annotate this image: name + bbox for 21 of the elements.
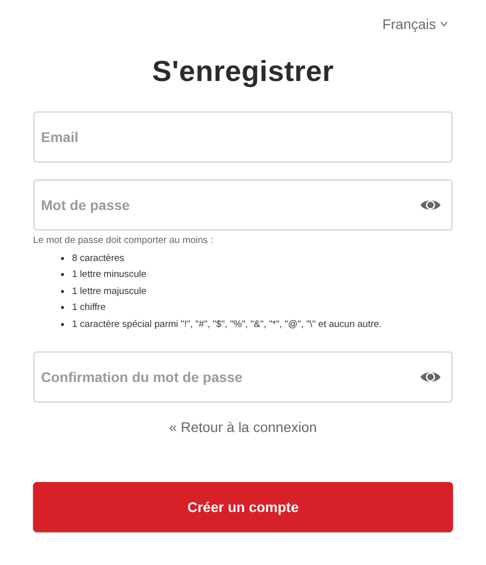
bullet-icon <box>61 322 64 326</box>
input-field[interactable]: Email <box>33 111 453 163</box>
eye-icon[interactable] <box>420 198 441 212</box>
password-rule: 8 caractères <box>72 252 124 264</box>
bullet-icon <box>61 306 64 310</box>
bullet-icon <box>61 273 64 276</box>
language-selector[interactable]: Français <box>382 14 448 34</box>
back-link[interactable]: « Retour à la connexion <box>169 418 317 434</box>
bullet-icon <box>61 256 64 260</box>
password-rule: 1 lettre minuscule <box>72 269 146 280</box>
password-rule: 1 chiffre <box>72 302 106 314</box>
password-hint: Le mot de passe doit comporter au moins : <box>33 235 214 246</box>
input-field[interactable]: Confirmation du mot de passe <box>33 350 453 402</box>
bullet-icon <box>61 290 64 293</box>
create-account-button[interactable]: Créer un compte <box>33 482 453 532</box>
password-rule: 1 caractère spécial parmi "!", "#", "$", "%", "&", "*", "@", "\" et aucun autre. <box>72 318 382 330</box>
page-title: S'enregistrer <box>151 56 335 89</box>
password-rule: 1 lettre majuscule <box>72 286 146 297</box>
eye-icon[interactable] <box>420 370 441 384</box>
chevron-down-icon <box>440 21 448 27</box>
input-field[interactable]: Mot de passe <box>33 179 453 231</box>
